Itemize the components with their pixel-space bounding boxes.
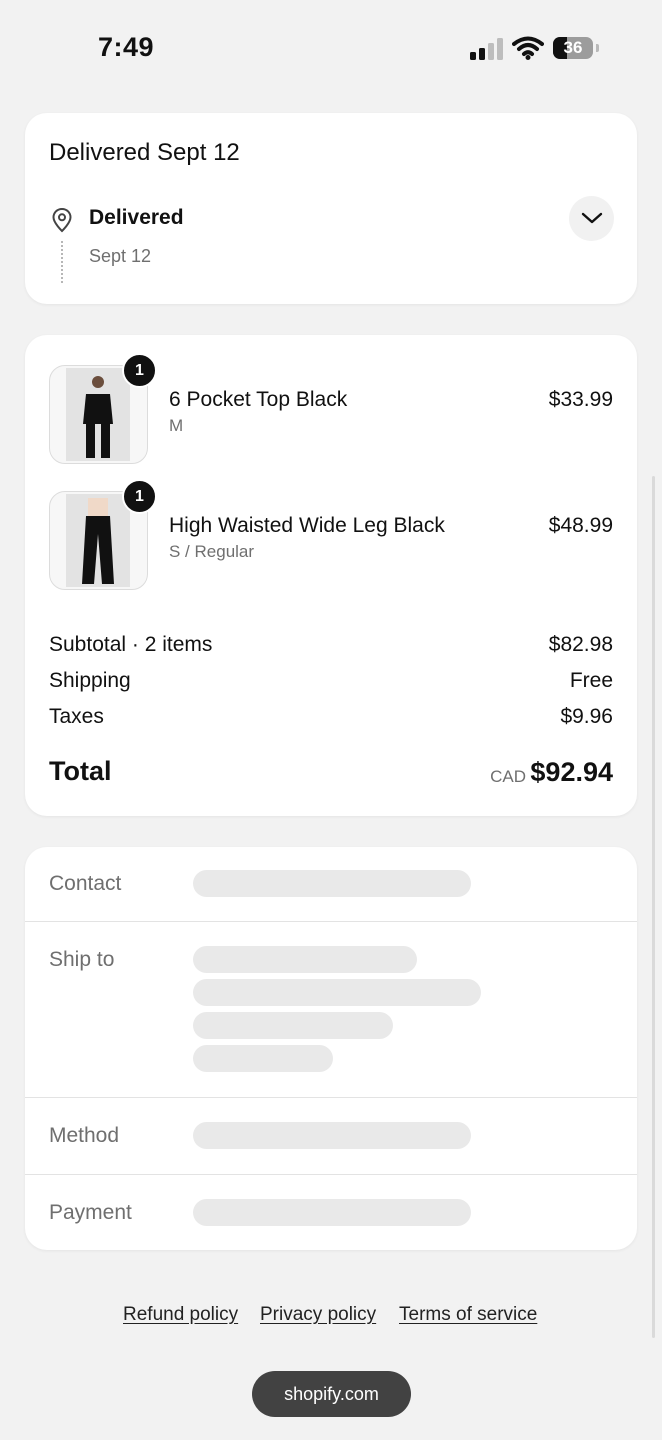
item-price: $48.99 (548, 514, 613, 537)
payment-placeholder (193, 1199, 471, 1226)
delivery-date: Sept 12 (89, 246, 152, 266)
contact-label: Contact (49, 872, 122, 895)
method-row: Method (25, 1098, 637, 1175)
quantity-badge: 1 (122, 353, 157, 388)
cellular-signal-icon (470, 38, 504, 60)
ship-to-row: Ship to (25, 922, 637, 1098)
method-label: Method (49, 1124, 120, 1147)
ship-to-label: Ship to (49, 948, 115, 971)
shipping-value: Free (569, 669, 613, 692)
total-amount: $92.94 (530, 757, 613, 787)
line-item: 1 High Waisted Wide Leg Black S / Regula… (25, 479, 637, 591)
item-name: 6 Pocket Top Black (169, 388, 348, 411)
subtotal-value: $82.98 (548, 633, 613, 656)
url-pill[interactable]: shopify.com (252, 1371, 411, 1417)
delivery-status: Delivered (89, 206, 184, 229)
item-name: High Waisted Wide Leg Black (169, 514, 445, 537)
timeline-connector (61, 241, 63, 283)
map-pin-icon (52, 207, 72, 233)
address-placeholder (193, 1045, 333, 1072)
order-summary-card: 1 6 Pocket Top Black M $33.99 1 High Wai… (25, 335, 637, 816)
address-placeholder (193, 946, 417, 973)
address-placeholder (193, 1012, 393, 1039)
subtotal-row: Subtotal · 2 items $82.98 (49, 633, 613, 659)
taxes-value: $9.96 (560, 705, 613, 728)
privacy-policy-link[interactable]: Privacy policy (260, 1304, 376, 1326)
address-placeholder (193, 979, 481, 1006)
product-image-pants (66, 494, 130, 587)
taxes-row: Taxes $9.96 (49, 705, 613, 731)
contact-placeholder (193, 870, 471, 897)
product-image-top (66, 368, 130, 461)
battery-icon: 36 (553, 37, 593, 59)
expand-timeline-button[interactable] (569, 196, 614, 241)
total-label: Total (49, 756, 112, 786)
battery-tip (596, 44, 599, 52)
subtotal-label: Subtotal · 2 items (49, 633, 213, 656)
line-item: 1 6 Pocket Top Black M $33.99 (25, 353, 637, 465)
item-variant: M (169, 416, 184, 435)
terms-of-service-link[interactable]: Terms of service (399, 1304, 537, 1326)
total-currency: CAD (490, 767, 526, 786)
shipping-row: Shipping Free (49, 669, 613, 695)
payment-label: Payment (49, 1201, 132, 1224)
item-price: $33.99 (548, 388, 613, 411)
delivery-card: Delivered Sept 12 Delivered Sept 12 (25, 113, 637, 304)
contact-row: Contact (25, 847, 637, 922)
battery-level: 36 (563, 38, 583, 57)
taxes-label: Taxes (49, 705, 104, 728)
refund-policy-link[interactable]: Refund policy (123, 1304, 238, 1326)
order-details-card: Contact Ship to Method Payment (25, 847, 637, 1250)
payment-row: Payment (25, 1175, 637, 1250)
scrollbar[interactable] (652, 476, 655, 1338)
item-variant: S / Regular (169, 542, 255, 561)
wifi-icon (512, 36, 544, 60)
chevron-down-icon (581, 212, 603, 224)
shipping-label: Shipping (49, 669, 131, 692)
delivery-title: Delivered Sept 12 (49, 139, 240, 166)
status-bar: 7:49 36 (0, 0, 662, 100)
method-placeholder (193, 1122, 471, 1149)
quantity-badge: 1 (122, 479, 157, 514)
status-time: 7:49 (98, 32, 155, 62)
